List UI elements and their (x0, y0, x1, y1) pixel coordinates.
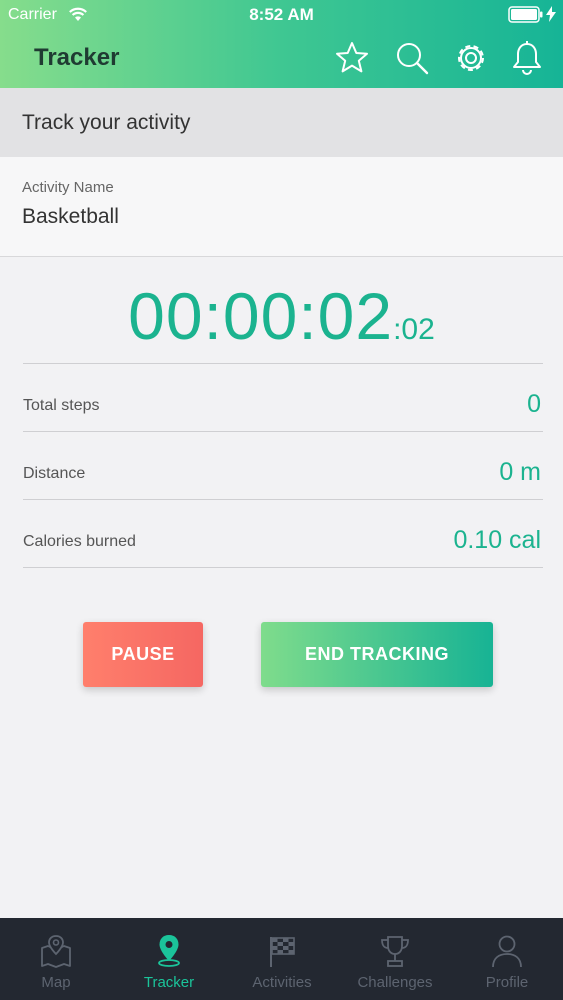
tab-label: Map (41, 974, 71, 991)
page-title: Tracker (34, 44, 120, 71)
location-pin-icon (158, 935, 180, 967)
tab-challenges[interactable]: Challenges (339, 918, 451, 1000)
gear-icon (458, 45, 484, 71)
tab-map[interactable]: Map (0, 918, 112, 1000)
checkered-flag-icon (270, 937, 295, 967)
charging-icon (546, 6, 556, 22)
star-icon (336, 42, 368, 73)
search-icon (397, 43, 429, 75)
pause-button[interactable]: PAUSE (83, 622, 203, 687)
stat-row-distance: Distance 0 m (23, 431, 543, 499)
notifications-button[interactable] (509, 40, 545, 76)
activity-name-label: Activity Name (22, 179, 114, 196)
user-icon (492, 935, 522, 968)
section-header: Track your activity (0, 88, 563, 157)
tab-profile[interactable]: Profile (451, 918, 563, 1000)
stat-row-calories: Calories burned 0.10 cal (23, 499, 543, 567)
stat-label: Calories burned (23, 533, 136, 550)
elapsed-timer: 00:00:02:02 (0, 278, 563, 354)
tab-tracker[interactable]: Tracker (113, 918, 225, 1000)
favorite-button[interactable] (334, 40, 370, 76)
stat-row-steps: Total steps 0 (23, 363, 543, 431)
tab-activities[interactable]: Activities (226, 918, 338, 1000)
tab-label: Profile (485, 974, 529, 991)
stat-label: Total steps (23, 397, 100, 414)
section-title: Track your activity (22, 111, 191, 134)
timer-main: 00:00:02 (128, 279, 394, 353)
header: Carrier 8:52 AM Tracker (0, 0, 563, 88)
divider (23, 567, 543, 568)
stat-value: 0 m (499, 458, 541, 486)
activity-name-value: Basketball (22, 205, 119, 228)
tab-bar: Map Tracker Activities Challenges Profil… (0, 918, 563, 1000)
trophy-icon (381, 936, 409, 967)
battery-icon (508, 6, 543, 23)
settings-button[interactable] (453, 40, 489, 76)
status-time: 8:52 AM (249, 5, 314, 24)
activity-name-field[interactable]: Activity Name Basketball (0, 157, 563, 257)
stat-label: Distance (23, 465, 86, 482)
status-bar: Carrier 8:52 AM (0, 0, 563, 30)
search-button[interactable] (394, 40, 430, 76)
stat-value: 0.10 cal (453, 526, 541, 554)
timer-fraction: :02 (393, 313, 435, 346)
bell-icon (513, 41, 541, 75)
tab-label: Challenges (357, 974, 433, 991)
map-pin-icon (41, 935, 71, 968)
end-tracking-button[interactable]: END TRACKING (261, 622, 493, 687)
tab-label: Activities (252, 974, 312, 991)
stat-value: 0 (527, 390, 541, 418)
tab-label: Tracker (143, 974, 195, 991)
